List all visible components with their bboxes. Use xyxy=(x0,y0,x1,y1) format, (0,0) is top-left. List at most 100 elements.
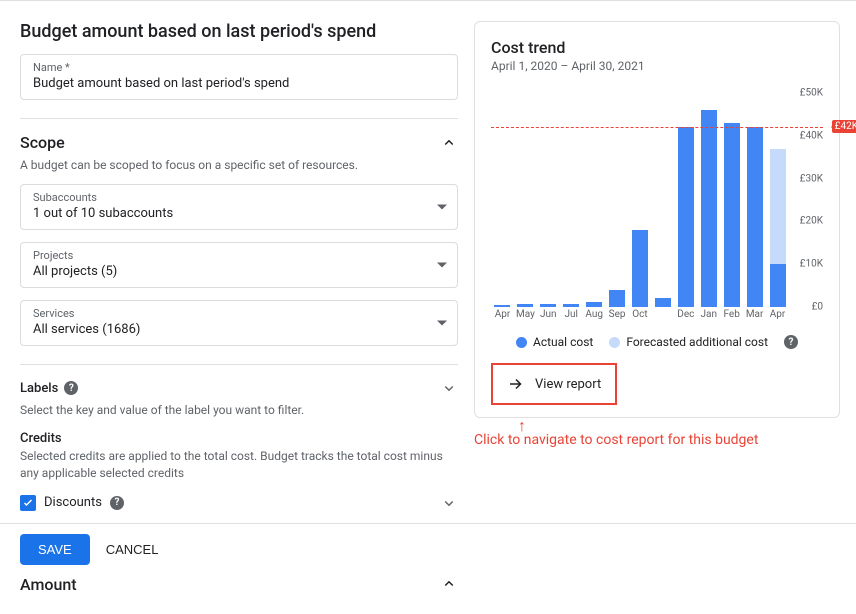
bar-forecast xyxy=(770,149,786,265)
caret-down-icon xyxy=(437,258,447,273)
x-tick: Sep xyxy=(606,309,629,323)
bar xyxy=(540,304,556,307)
chart-date-range: April 1, 2020 – April 30, 2021 xyxy=(491,59,823,73)
projects-value: All projects (5) xyxy=(33,264,445,279)
chart-area: £50K£40K£30K£20K£10K£0 £42K AprMayJunJul… xyxy=(491,93,823,323)
bar-slot xyxy=(514,93,537,307)
bar xyxy=(586,302,602,307)
bar-slot xyxy=(491,93,514,307)
x-tick: Oct xyxy=(629,309,652,323)
y-tick: £10K xyxy=(800,259,823,270)
y-tick: £20K xyxy=(800,216,823,227)
bar-slot xyxy=(537,93,560,307)
chart-legend: Actual cost Forecasted additional cost ? xyxy=(491,335,823,349)
services-label: Services xyxy=(33,307,445,320)
caret-down-icon xyxy=(437,200,447,215)
x-tick: Apr xyxy=(491,309,514,323)
name-label: Name * xyxy=(33,61,445,74)
labels-title: Labels xyxy=(20,381,58,396)
help-icon[interactable]: ? xyxy=(110,496,124,510)
x-tick: Jan xyxy=(697,309,720,323)
bar xyxy=(747,127,763,307)
callout-text: ↑ Click to navigate to cost report for t… xyxy=(474,432,840,448)
bar-slot xyxy=(583,93,606,307)
discounts-row[interactable]: Discounts ? xyxy=(20,494,458,512)
scope-header[interactable]: Scope xyxy=(20,133,458,152)
x-axis: AprMayJunJulAugSepOctDecJanFebMarApr xyxy=(491,309,789,323)
credits-subtitle: Selected credits are applied to the tota… xyxy=(20,448,458,482)
bar xyxy=(494,305,510,307)
bar-slot xyxy=(743,93,766,307)
arrow-right-icon xyxy=(507,375,525,393)
bar xyxy=(770,149,786,307)
bar-slot xyxy=(674,93,697,307)
bar xyxy=(724,123,740,307)
bar xyxy=(563,304,579,307)
threshold-tag: £42K xyxy=(832,120,856,133)
help-icon[interactable]: ? xyxy=(64,381,78,395)
callout-label: Click to navigate to cost report for thi… xyxy=(474,432,758,448)
subaccounts-value: 1 out of 10 subaccounts xyxy=(33,206,445,221)
threshold-line: £42K xyxy=(491,127,823,128)
labels-row[interactable]: Labels ? xyxy=(20,379,458,397)
swatch-actual xyxy=(516,337,527,348)
services-select[interactable]: Services All services (1686) xyxy=(20,300,458,346)
bar-slot xyxy=(697,93,720,307)
y-tick: £40K xyxy=(800,130,823,141)
x-tick: Feb xyxy=(720,309,743,323)
discounts-label: Discounts xyxy=(44,495,102,510)
subaccounts-select[interactable]: Subaccounts 1 out of 10 subaccounts xyxy=(20,184,458,230)
x-tick: Mar xyxy=(743,309,766,323)
swatch-forecast xyxy=(609,337,620,348)
bar-slot xyxy=(629,93,652,307)
name-value: Budget amount based on last period's spe… xyxy=(33,76,445,91)
chevron-up-icon xyxy=(440,575,458,593)
cost-trend-card: Cost trend April 1, 2020 – April 30, 202… xyxy=(474,21,840,418)
bar xyxy=(517,304,533,307)
credits-title: Credits xyxy=(20,431,458,446)
x-tick: Aug xyxy=(583,309,606,323)
legend-forecast: Forecasted additional cost xyxy=(609,335,768,349)
cancel-button[interactable]: CANCEL xyxy=(106,542,159,557)
subaccounts-label: Subaccounts xyxy=(33,191,445,204)
chart-bars xyxy=(491,93,789,307)
chevron-down-icon xyxy=(440,494,458,512)
footer: SAVE CANCEL xyxy=(0,523,856,575)
amount-header[interactable]: Amount xyxy=(20,575,458,594)
caret-down-icon xyxy=(437,316,447,331)
bar xyxy=(701,110,717,307)
y-tick: £30K xyxy=(800,173,823,184)
view-report-button[interactable]: View report xyxy=(491,363,617,405)
bar xyxy=(632,230,648,307)
bar xyxy=(609,290,625,307)
callout-arrow-icon: ↑ xyxy=(518,416,526,436)
legend-forecast-label: Forecasted additional cost xyxy=(626,335,768,349)
name-input[interactable]: Name * Budget amount based on last perio… xyxy=(20,54,458,100)
chart-plot: £42K xyxy=(491,93,789,307)
amount-title: Amount xyxy=(20,575,77,594)
projects-select[interactable]: Projects All projects (5) xyxy=(20,242,458,288)
bar xyxy=(678,127,694,307)
bar-slot xyxy=(766,93,789,307)
bar-slot xyxy=(651,93,674,307)
chevron-down-icon xyxy=(440,379,458,397)
bar-slot xyxy=(606,93,629,307)
view-report-label: View report xyxy=(535,377,601,392)
help-icon[interactable]: ? xyxy=(784,335,798,349)
legend-actual-label: Actual cost xyxy=(533,335,593,349)
checkbox-checked-icon[interactable] xyxy=(20,495,36,511)
x-tick: Jun xyxy=(537,309,560,323)
labels-subtitle: Select the key and value of the label yo… xyxy=(20,403,458,417)
legend-actual: Actual cost xyxy=(516,335,593,349)
x-tick xyxy=(651,309,674,323)
bar xyxy=(655,298,671,307)
services-value: All services (1686) xyxy=(33,322,445,337)
x-tick: Apr xyxy=(766,309,789,323)
chart-title: Cost trend xyxy=(491,38,823,57)
chevron-up-icon xyxy=(440,134,458,152)
save-button[interactable]: SAVE xyxy=(20,534,90,565)
x-tick: Dec xyxy=(674,309,697,323)
x-tick: Jul xyxy=(560,309,583,323)
scope-subtitle: A budget can be scoped to focus on a spe… xyxy=(20,158,458,172)
projects-label: Projects xyxy=(33,249,445,262)
